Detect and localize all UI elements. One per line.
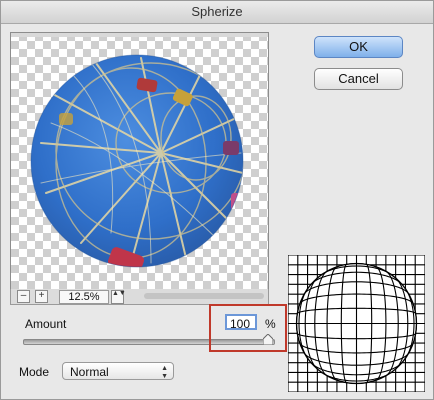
chevron-updown-icon: ▲ ▼ — [161, 365, 168, 380]
preview-scrollbar[interactable] — [144, 293, 264, 299]
spherized-ferris-wheel-image — [30, 54, 244, 268]
mode-select-value: Normal — [70, 365, 109, 379]
zoom-in-button[interactable]: + — [35, 290, 48, 303]
filter-preview[interactable] — [10, 32, 269, 291]
zoom-level-field[interactable]: 12.5% — [59, 290, 109, 304]
mode-select[interactable]: Normal ▲ ▼ — [62, 362, 174, 380]
mode-label: Mode — [19, 365, 50, 379]
spherize-grid-preview — [288, 255, 425, 392]
amount-label: Amount — [25, 317, 67, 331]
amount-highlight-box — [209, 304, 287, 352]
spherize-dialog: Spherize – + 12.5% ▲▼ OK Cancel Amount 1… — [0, 0, 434, 400]
ok-button[interactable]: OK — [314, 36, 403, 58]
preview-zoom-bar: – + 12.5% ▲▼ — [10, 289, 269, 305]
dialog-title: Spherize — [1, 1, 433, 24]
zoom-out-button[interactable]: – — [17, 290, 30, 303]
zoom-stepper[interactable]: ▲▼ — [111, 290, 126, 304]
cancel-button[interactable]: Cancel — [314, 68, 403, 90]
